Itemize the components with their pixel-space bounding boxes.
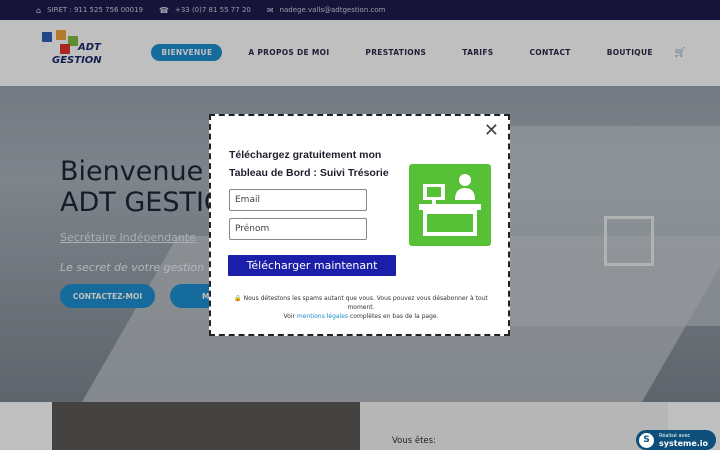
spam-note: 🔒 Nous détestons les spams autant que vo…: [221, 294, 501, 321]
email-placeholder: Email: [235, 195, 260, 205]
systeme-io-badge[interactable]: S Réalisé avec systeme.io: [636, 430, 716, 450]
email-field[interactable]: Email: [229, 189, 367, 211]
prenom-field[interactable]: Prénom: [229, 218, 367, 240]
office-desk-icon: [409, 164, 491, 246]
badge-text: Réalisé avec systeme.io: [659, 432, 708, 448]
optin-popup: ✕ Téléchargez gratuitement mon Tableau d…: [209, 114, 510, 336]
spam-note-post: complètes en bas de la page.: [348, 313, 439, 320]
prenom-placeholder: Prénom: [235, 224, 270, 234]
close-icon[interactable]: ✕: [484, 122, 499, 140]
download-button[interactable]: Télécharger maintenant: [228, 255, 396, 276]
spam-note-pre: Voir: [283, 313, 297, 320]
systeme-logo-icon: S: [639, 432, 654, 448]
spam-note-line1: 🔒 Nous détestons les spams autant que vo…: [234, 295, 488, 311]
legal-link[interactable]: mentions légales: [297, 313, 348, 320]
badge-line2: systeme.io: [659, 439, 709, 448]
popup-title: Téléchargez gratuitement mon Tableau de …: [229, 149, 389, 179]
